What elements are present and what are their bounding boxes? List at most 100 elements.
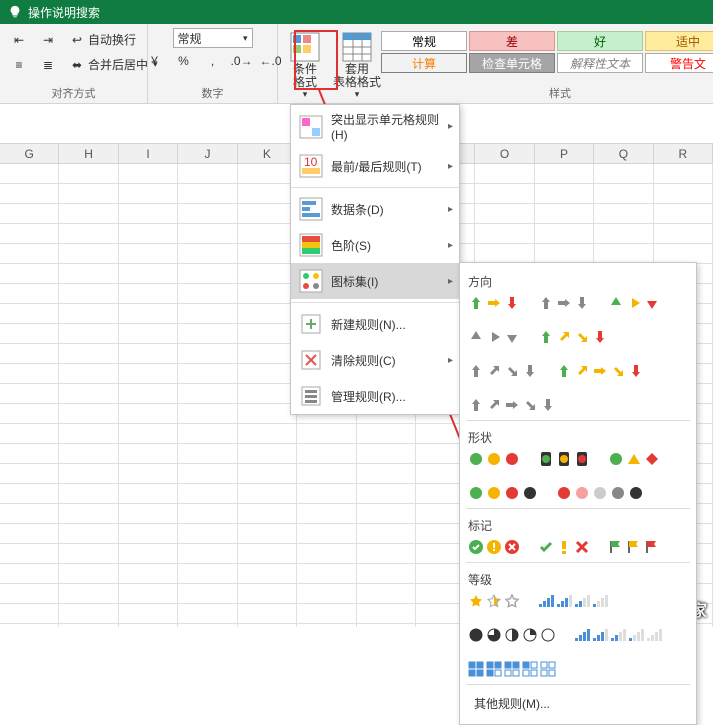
cell-style-item[interactable]: 常规 [381, 31, 467, 51]
cell[interactable] [59, 524, 118, 543]
cell[interactable] [0, 564, 59, 583]
cell[interactable] [59, 484, 118, 503]
cell[interactable] [59, 564, 118, 583]
cell[interactable] [59, 304, 118, 323]
cell[interactable] [238, 424, 297, 443]
cell[interactable] [238, 524, 297, 543]
icon-set-option[interactable] [608, 539, 660, 555]
cell[interactable] [535, 224, 594, 243]
cell[interactable] [238, 284, 297, 303]
cell[interactable] [178, 224, 237, 243]
cell-style-item[interactable]: 好 [557, 31, 643, 51]
cell[interactable] [357, 564, 416, 583]
cell[interactable] [178, 524, 237, 543]
cell[interactable] [594, 244, 653, 263]
column-header-cell[interactable]: P [535, 144, 594, 163]
decrease-indent-button[interactable]: ⇤ [6, 28, 32, 51]
cell[interactable] [475, 184, 534, 203]
comma-format-button[interactable]: , [200, 50, 226, 72]
cell[interactable] [119, 604, 178, 623]
cell[interactable] [119, 584, 178, 603]
cell[interactable] [59, 384, 118, 403]
cell[interactable] [238, 204, 297, 223]
align-center-button[interactable]: ≣ [35, 53, 61, 76]
cell[interactable] [297, 444, 356, 463]
cell[interactable] [475, 204, 534, 223]
cell[interactable] [119, 364, 178, 383]
cell[interactable] [119, 524, 178, 543]
cell[interactable] [238, 584, 297, 603]
cell[interactable] [178, 384, 237, 403]
icon-set-option[interactable] [556, 363, 644, 379]
icon-set-option[interactable] [538, 329, 608, 345]
cell[interactable] [297, 504, 356, 523]
icon-set-option[interactable] [538, 295, 590, 311]
cell[interactable] [59, 464, 118, 483]
icon-set-option[interactable] [538, 451, 590, 467]
cell[interactable] [0, 584, 59, 603]
cell[interactable] [178, 324, 237, 343]
cell[interactable] [357, 584, 416, 603]
cell-style-item[interactable]: 警告文 [645, 53, 713, 73]
cell[interactable] [594, 204, 653, 223]
cell[interactable] [178, 184, 237, 203]
menu-data-bars[interactable]: 数据条(D)▸ [291, 191, 459, 227]
icon-set-option[interactable] [608, 451, 660, 467]
cell[interactable] [178, 244, 237, 263]
cell-style-item[interactable]: 适中 [645, 31, 713, 51]
cell[interactable] [59, 264, 118, 283]
cell[interactable] [119, 344, 178, 363]
cell[interactable] [357, 464, 416, 483]
cell[interactable] [119, 284, 178, 303]
cell[interactable] [0, 424, 59, 443]
cell[interactable] [594, 164, 653, 183]
cell[interactable] [238, 164, 297, 183]
cell[interactable] [59, 424, 118, 443]
cell[interactable] [0, 244, 59, 263]
conditional-format-button[interactable]: 条件格式 ▾ [284, 28, 326, 103]
cell[interactable] [0, 264, 59, 283]
cell[interactable] [119, 384, 178, 403]
cell[interactable] [297, 424, 356, 443]
cell[interactable] [238, 304, 297, 323]
cell[interactable] [238, 184, 297, 203]
column-header-cell[interactable]: H [59, 144, 118, 163]
cell-style-item[interactable]: 检查单元格 [469, 53, 555, 73]
cell[interactable] [178, 164, 237, 183]
cell[interactable] [238, 344, 297, 363]
cell[interactable] [654, 224, 713, 243]
cell[interactable] [654, 164, 713, 183]
icon-set-option[interactable] [468, 451, 520, 467]
cell[interactable] [59, 364, 118, 383]
cell[interactable] [238, 464, 297, 483]
cell[interactable] [59, 164, 118, 183]
cell[interactable] [119, 444, 178, 463]
cell[interactable] [59, 244, 118, 263]
menu-more-rules[interactable]: 其他规则(M)... [466, 689, 690, 718]
cell[interactable] [475, 224, 534, 243]
cell[interactable] [59, 504, 118, 523]
number-format-dropdown[interactable]: 常规▾ [173, 28, 253, 48]
cell[interactable] [357, 524, 416, 543]
icon-set-option[interactable] [468, 485, 538, 501]
cell-styles-gallery[interactable]: 常规差好适中计算检查单元格解释性文本警告文 [380, 28, 713, 74]
column-header-cell[interactable]: Q [594, 144, 653, 163]
icon-set-option[interactable] [468, 329, 520, 345]
cell[interactable] [238, 384, 297, 403]
cell[interactable] [59, 184, 118, 203]
cell[interactable] [238, 564, 297, 583]
icon-set-option[interactable] [468, 627, 556, 643]
cell[interactable] [178, 504, 237, 523]
cell[interactable] [119, 304, 178, 323]
cell[interactable] [59, 444, 118, 463]
menu-clear-rules[interactable]: 清除规则(C)▸ [291, 342, 459, 378]
icon-set-option[interactable] [538, 593, 608, 609]
cell[interactable] [0, 164, 59, 183]
cell[interactable] [357, 444, 416, 463]
cell[interactable] [297, 564, 356, 583]
cell[interactable] [178, 284, 237, 303]
cell[interactable] [119, 544, 178, 563]
menu-top-bottom[interactable]: 10 最前/最后规则(T)▸ [291, 148, 459, 184]
cell-style-item[interactable]: 差 [469, 31, 555, 51]
cell[interactable] [0, 204, 59, 223]
